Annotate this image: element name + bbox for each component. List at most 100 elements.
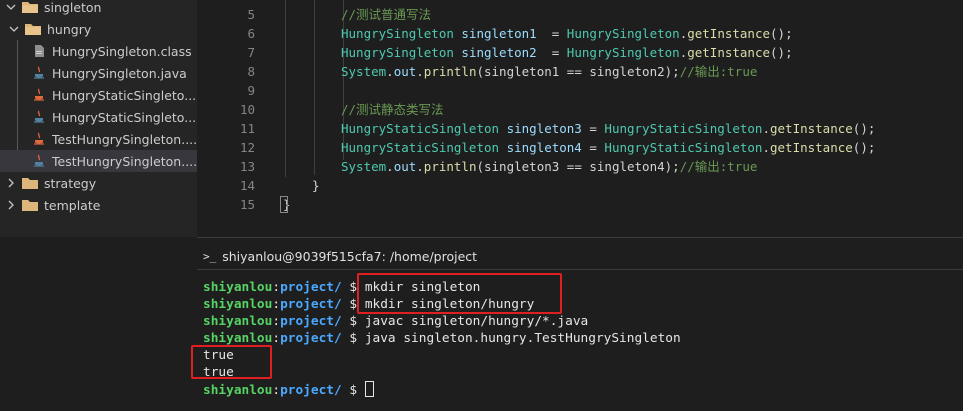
java-file-icon <box>33 110 45 124</box>
code-line[interactable]: 10 //测试静态类写法 <box>197 100 963 119</box>
tree-file-testhungrysingleton-class[interactable]: TestHungrySingleton.... <box>0 128 197 150</box>
code-token: HungrySingleton <box>341 26 454 41</box>
code-line[interactable]: 5 //测试普通写法 <box>197 5 963 24</box>
code-token: out <box>393 64 417 79</box>
code-token: (singleton1 == singleton2); <box>476 64 680 79</box>
tree-item-label: TestHungrySingleton.... <box>52 153 197 169</box>
code-token: (); <box>770 26 793 41</box>
tree-file-testhungrysingleton-java[interactable]: TestHungrySingleton.... <box>0 150 197 172</box>
java-file-icon <box>33 154 45 168</box>
highlight-box-output <box>191 345 272 379</box>
code-line[interactable]: 11 HungryStaticSingleton singleton3 = Hun… <box>197 119 963 138</box>
code-text: HungryStaticSingleton singleton4 = Hungr… <box>341 138 875 157</box>
code-line[interactable]: 6 HungrySingleton singleton1 = HungrySing… <box>197 24 963 43</box>
tree-file-hungrysingleton-class[interactable]: HungrySingleton.class <box>0 40 197 62</box>
code-line[interactable]: 7 HungrySingleton singleton2 = HungrySing… <box>197 43 963 62</box>
code-token: HungrySingleton <box>341 45 454 60</box>
code-token: getInstance <box>687 26 771 41</box>
folder-icon <box>22 177 38 189</box>
code-token: = <box>536 45 567 60</box>
tree-folder-strategy[interactable]: strategy <box>0 172 197 194</box>
tree-folder-hungry[interactable]: hungry <box>0 18 197 40</box>
command-text: $ java singleton.hungry.TestHungrySingle… <box>341 331 681 346</box>
code-line[interactable]: 15} <box>197 195 963 214</box>
prompt-separator: : <box>272 331 281 346</box>
code-text: } <box>312 176 320 195</box>
tree-folder-template[interactable]: template <box>0 194 197 216</box>
terminal-cursor[interactable] <box>364 381 374 397</box>
code-token: (); <box>770 45 793 60</box>
code-token: //输出:true <box>679 159 758 174</box>
code-line[interactable]: 13 System.out.println(singleton3 == singl… <box>197 157 963 176</box>
terminal-tab[interactable]: >_ shiyanlou@9039f515cfa7: /home/project <box>197 246 477 266</box>
tree-folder-singleton[interactable]: singleton <box>0 0 197 18</box>
code-text: System.out.println(singleton3 == singlet… <box>341 157 757 176</box>
code-token: = <box>581 140 605 155</box>
line-number: 14 <box>239 178 255 193</box>
folder-open-icon <box>25 23 41 35</box>
tree-item-label: HungryStaticSingleto... <box>52 87 197 103</box>
code-token: = <box>536 26 567 41</box>
chevron-down-icon <box>6 2 16 12</box>
prompt-path: project/ <box>280 314 342 329</box>
code-token: } <box>312 178 320 193</box>
code-token: singleton4 <box>506 140 582 155</box>
code-token: //输出:true <box>679 64 758 79</box>
code-token: . <box>416 64 424 79</box>
prompt-separator: : <box>272 297 281 312</box>
code-line[interactable]: 14} <box>197 176 963 195</box>
chevron-down-icon <box>9 24 19 34</box>
tree-item-label: singleton <box>44 0 102 15</box>
code-token: . <box>386 159 394 174</box>
highlight-box-mkdir <box>357 273 562 314</box>
code-editor[interactable]: 5 //测试普通写法 6 HungrySingleton singleton1 = H… <box>197 0 963 237</box>
prompt-user: shiyanlou <box>203 383 273 398</box>
line-number: 9 <box>247 83 255 98</box>
code-token: singleton3 <box>506 121 582 136</box>
line-number: 5 <box>247 7 255 22</box>
code-text: HungryStaticSingleton singleton3 = Hungr… <box>341 119 875 138</box>
java-file-icon <box>33 66 45 80</box>
code-line[interactable]: 8 System.out.println(singleton1 == single… <box>197 62 963 81</box>
file-explorer: singleton hungry HungrySingleton.class H… <box>0 0 197 237</box>
command-text: $ <box>341 383 365 398</box>
prompt-user: shiyanlou <box>203 297 273 312</box>
prompt-separator: : <box>272 383 281 398</box>
line-number: 8 <box>247 64 255 79</box>
terminal-icon: >_ <box>203 249 217 263</box>
chevron-right-icon <box>6 200 16 210</box>
code-token: singleton2 <box>461 45 537 60</box>
code-token: System <box>341 159 387 174</box>
folder-icon <box>22 199 38 211</box>
code-token: //测试静态类写法 <box>341 102 444 117</box>
tree-item-label: template <box>44 197 101 213</box>
line-number: 7 <box>247 45 255 60</box>
code-token: . <box>386 64 394 79</box>
terminal-panel[interactable]: >_ shiyanlou@9039f515cfa7: /home/project… <box>191 238 963 411</box>
tree-item-label: HungrySingleton.class <box>52 43 192 59</box>
line-number: 11 <box>239 121 255 136</box>
code-line[interactable]: 9 <box>197 81 963 100</box>
line-number: 15 <box>239 197 255 212</box>
terminal-title: shiyanlou@9039f515cfa7: /home/project <box>222 248 478 264</box>
code-token: (); <box>852 121 876 136</box>
code-token: (); <box>852 140 876 155</box>
code-line[interactable]: 12 HungryStaticSingleton singleton4 = Hun… <box>197 138 963 157</box>
line-number: 6 <box>247 26 255 41</box>
terminal-prompt-line: shiyanlou:project/ $ java singleton.hung… <box>203 330 681 347</box>
code-token: System <box>341 64 387 79</box>
tree-item-label: hungry <box>47 21 92 37</box>
code-token: HungryStaticSingleton <box>341 140 500 155</box>
code-text: HungrySingleton singleton2 = HungrySingl… <box>341 43 793 62</box>
java-class-file-icon <box>33 44 45 58</box>
terminal-prompt-line: shiyanlou:project/ $ <box>203 381 374 398</box>
prompt-separator: : <box>272 314 281 329</box>
tree-file-hungrysingleton-java[interactable]: HungrySingleton.java <box>0 62 197 84</box>
code-text: //测试静态类写法 <box>341 100 444 119</box>
tree-file-hungrystaticsingleton-java[interactable]: HungryStaticSingleto... <box>0 106 197 128</box>
tree-file-hungrystaticsingleton-class[interactable]: HungryStaticSingleto... <box>0 84 197 106</box>
code-token: HungryStaticSingleton <box>604 121 763 136</box>
prompt-user: shiyanlou <box>203 331 273 346</box>
code-token: out <box>393 159 417 174</box>
